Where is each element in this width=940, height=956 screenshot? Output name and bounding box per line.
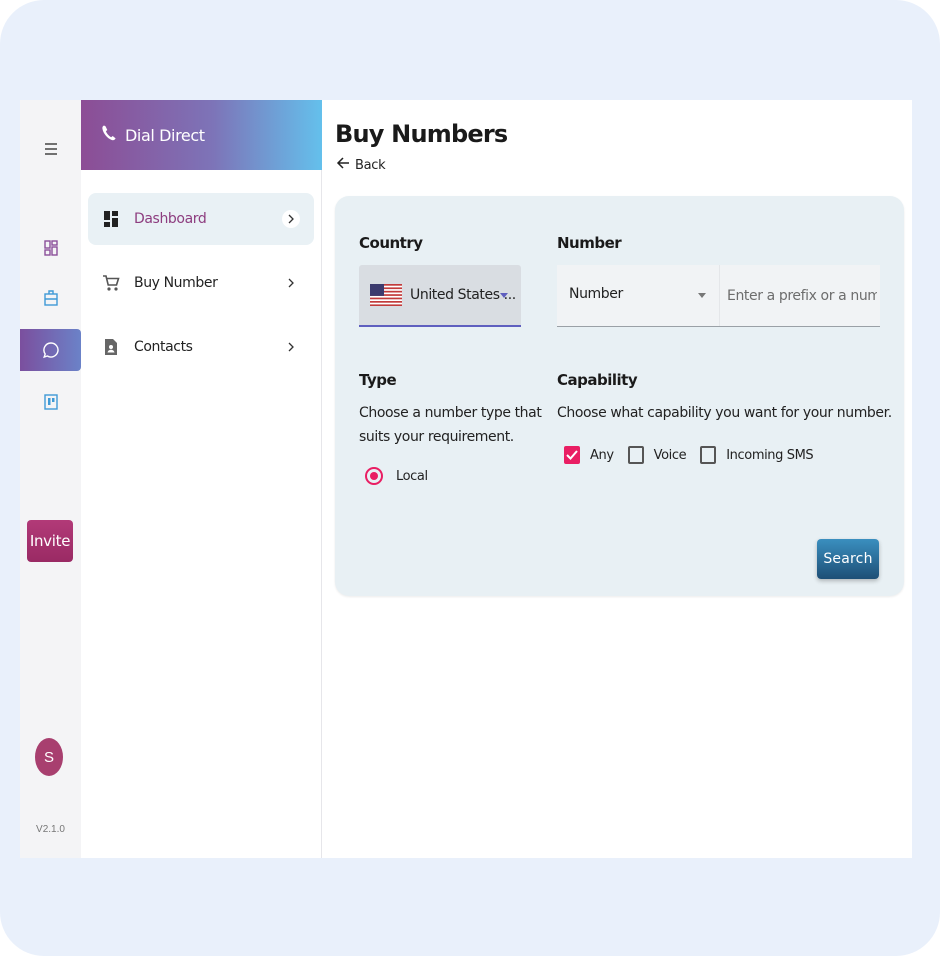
board-icon[interactable] xyxy=(20,389,81,415)
sidebar-item-label: Dashboard xyxy=(134,211,207,227)
outer-frame: Invite S V2.1.0 Dial Direct Dashboard Bu… xyxy=(0,0,940,956)
checkbox-label: Incoming SMS xyxy=(726,447,814,463)
search-card: Country United States ... Number Number … xyxy=(335,196,904,596)
menu-icon[interactable] xyxy=(20,135,81,163)
dashboard-grid-icon[interactable] xyxy=(20,235,81,261)
arrow-left-icon xyxy=(336,156,350,175)
chat-bubble-icon[interactable] xyxy=(20,329,81,371)
type-description-line: Choose a number type that xyxy=(359,405,542,421)
page-title: Buy Numbers xyxy=(335,120,508,148)
sidebar-item-label: Buy Number xyxy=(134,275,218,291)
chevron-right-icon xyxy=(282,338,300,356)
capability-label: Capability xyxy=(557,371,638,389)
icon-rail: Invite S V2.1.0 xyxy=(20,100,81,858)
briefcase-icon[interactable] xyxy=(20,285,81,311)
back-label: Back xyxy=(355,158,386,173)
version-label: V2.1.0 xyxy=(36,824,65,835)
checkbox-label: Any xyxy=(590,447,614,463)
checkbox-any[interactable] xyxy=(564,446,580,464)
sidebar-item-contacts[interactable]: Contacts xyxy=(88,321,314,373)
capability-description: Choose what capability you want for your… xyxy=(557,405,892,421)
type-label: Type xyxy=(359,371,397,389)
type-description: Choose a number type that suits your req… xyxy=(359,401,542,449)
sidebar-item-buy-number[interactable]: Buy Number xyxy=(88,257,314,309)
brand-header: Dial Direct xyxy=(81,100,322,170)
dashboard-icon xyxy=(96,210,126,228)
number-input[interactable] xyxy=(727,279,877,313)
cart-icon xyxy=(96,274,126,292)
checkbox-voice[interactable] xyxy=(627,446,644,464)
brand-title: Dial Direct xyxy=(125,125,205,145)
country-select[interactable]: United States ... xyxy=(359,265,521,327)
contact-card-icon xyxy=(96,338,126,356)
number-field: Number xyxy=(557,265,880,327)
type-description-line: suits your requirement. xyxy=(359,429,514,445)
radio-button[interactable] xyxy=(365,467,383,485)
sidebar-item-dashboard[interactable]: Dashboard xyxy=(88,193,314,245)
local-radio[interactable]: Local xyxy=(365,467,428,485)
caret-down-icon xyxy=(500,293,508,298)
main-content: Buy Numbers Back Country United States .… xyxy=(322,100,912,858)
app-window: Invite S V2.1.0 Dial Direct Dashboard Bu… xyxy=(20,100,912,858)
chevron-right-icon xyxy=(282,274,300,292)
phone-icon xyxy=(101,124,117,147)
radio-label: Local xyxy=(396,468,428,484)
field-divider xyxy=(719,265,720,326)
capability-options: Any Voice Incoming SMS xyxy=(564,446,827,464)
checkbox-incoming-sms[interactable] xyxy=(700,446,717,464)
chevron-right-icon xyxy=(282,210,300,228)
sidebar-item-label: Contacts xyxy=(134,339,193,355)
checkbox-label: Voice xyxy=(653,447,687,463)
invite-button[interactable]: Invite xyxy=(27,520,73,562)
search-button[interactable]: Search xyxy=(817,539,879,579)
back-link[interactable]: Back xyxy=(336,156,386,175)
us-flag-icon xyxy=(370,284,402,306)
number-label: Number xyxy=(557,234,622,252)
avatar[interactable]: S xyxy=(35,738,63,776)
caret-down-icon xyxy=(698,293,706,298)
number-type-select[interactable]: Number xyxy=(569,286,623,302)
sidebar: Dial Direct Dashboard Buy Number Contact… xyxy=(81,100,322,858)
country-label: Country xyxy=(359,234,423,252)
